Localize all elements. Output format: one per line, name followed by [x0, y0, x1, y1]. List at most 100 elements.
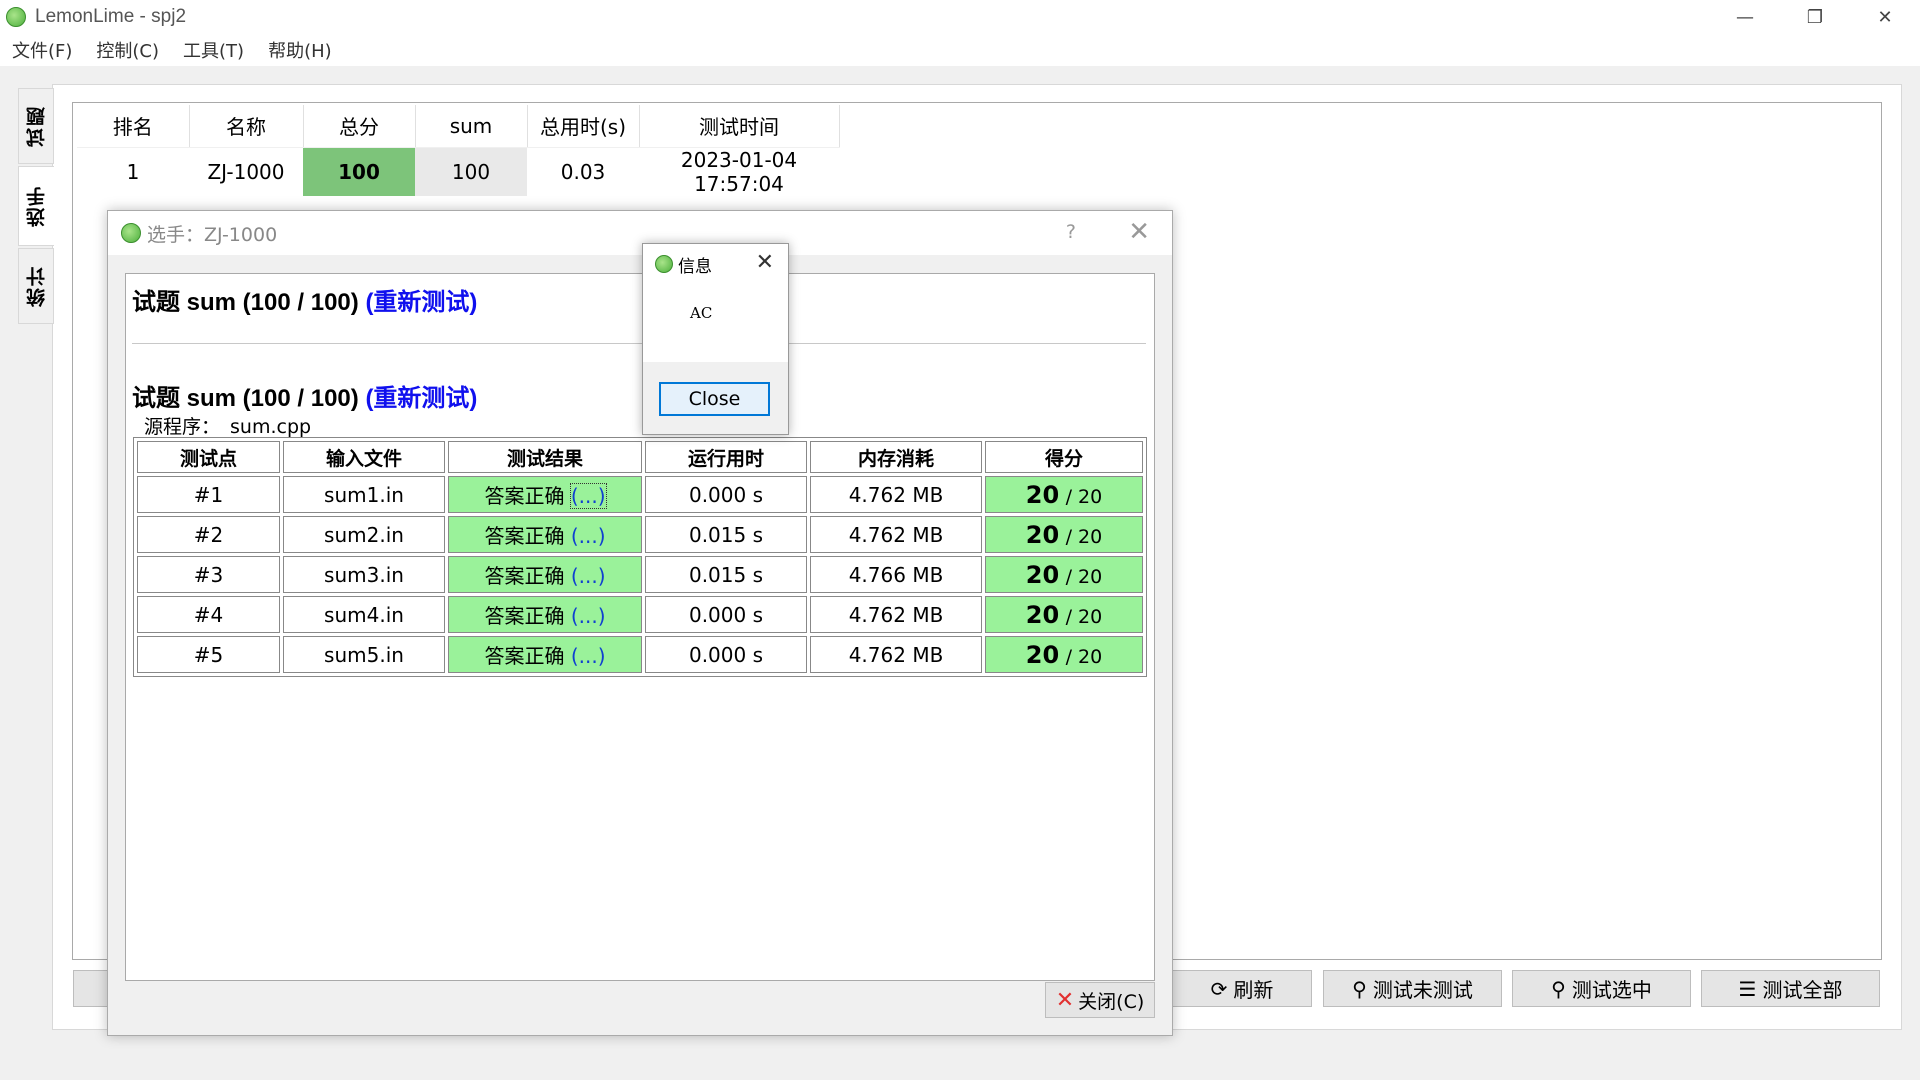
message-text: AC	[690, 304, 713, 322]
header-test-result: 测试结果	[448, 441, 642, 473]
test-point-cell: #1	[137, 476, 280, 513]
table-row[interactable]: 1 ZJ-1000 100 100 0.03 2023-01-04 17:57:…	[77, 147, 839, 196]
problem-heading-1: 试题 sum (100 / 100) (重新测试)	[132, 282, 477, 317]
table-row: #1 sum1.in 答案正确 (...) 0.000 s 4.762 MB 2…	[137, 476, 1143, 513]
memory-cell: 4.766 MB	[810, 556, 982, 593]
menu-file[interactable]: 文件(F)	[0, 37, 84, 63]
header-sum[interactable]: sum	[415, 105, 528, 148]
result-text: 答案正确	[484, 604, 565, 628]
dialog-content-panel: 试题 sum (100 / 100) (重新测试) 试题 sum (100 / …	[125, 273, 1155, 981]
lemonlime-logo-icon	[655, 255, 673, 273]
sum-score-cell[interactable]: 100	[415, 147, 527, 196]
window-controls: — ❐ ✕	[1710, 0, 1920, 34]
result-text: 答案正确	[484, 564, 565, 588]
list-run-icon: ☰	[1738, 976, 1757, 1001]
result-text: 答案正确	[484, 524, 565, 548]
tab-contestants[interactable]: 选手	[18, 166, 54, 246]
score-full: / 20	[1065, 565, 1103, 588]
header-test-time[interactable]: 测试时间	[639, 105, 840, 148]
header-total[interactable]: 总分	[303, 105, 416, 148]
run-time-cell: 0.000 s	[645, 636, 807, 673]
menu-help[interactable]: 帮助(H)	[256, 37, 344, 63]
results-header-row: 测试点 输入文件 测试结果 运行用时 内存消耗 得分	[137, 441, 1143, 473]
retest-link[interactable]: (重新测试)	[365, 289, 477, 316]
score-cell: 20 / 20	[985, 476, 1143, 513]
run-time-cell: 0.015 s	[645, 516, 807, 553]
header-test-point: 测试点	[137, 441, 280, 473]
problem-heading-text: 试题 sum (100 / 100)	[132, 385, 359, 412]
close-icon: ✕	[1055, 987, 1075, 1013]
result-cell: 答案正确 (...)	[448, 516, 642, 553]
dialog-close-button[interactable]: ✕ 关闭(C)	[1045, 982, 1155, 1018]
restore-button[interactable]: ❐	[1780, 0, 1850, 34]
info-message-box: 信息 ✕ AC Close	[642, 243, 789, 435]
source-label: 源程序：	[144, 416, 221, 438]
table-row: #3 sum3.in 答案正确 (...) 0.015 s 4.766 MB 2…	[137, 556, 1143, 593]
testcase-results-table: 测试点 输入文件 测试结果 运行用时 内存消耗 得分 #1 sum1.in 答案…	[133, 437, 1147, 677]
name-cell[interactable]: ZJ-1000	[189, 147, 303, 196]
minimize-button[interactable]: —	[1710, 0, 1780, 34]
score-full: / 20	[1065, 525, 1103, 548]
table-row: #5 sum5.in 答案正确 (...) 0.000 s 4.762 MB 2…	[137, 636, 1143, 673]
menu-control[interactable]: 控制(C)	[84, 37, 171, 63]
section-divider	[132, 343, 1146, 344]
score-cell: 20 / 20	[985, 596, 1143, 633]
run-time-cell: 0.000 s	[645, 476, 807, 513]
message-box-title-bar: 信息 ✕	[643, 244, 788, 284]
test-untested-button[interactable]: ⚲ 测试未测试	[1323, 970, 1502, 1007]
detail-link[interactable]: (...)	[571, 604, 606, 628]
test-point-cell: #4	[137, 596, 280, 633]
total-score-cell[interactable]: 100	[303, 147, 415, 196]
message-box-body: AC	[643, 284, 788, 362]
dialog-close-label: 关闭(C)	[1078, 990, 1145, 1013]
score-full: / 20	[1065, 645, 1103, 668]
header-rank[interactable]: 排名	[77, 105, 190, 148]
message-close-button[interactable]: Close	[659, 382, 770, 416]
result-cell: 答案正确 (...)	[448, 556, 642, 593]
user-search-icon: ⚲	[1352, 976, 1367, 1001]
header-total-time[interactable]: 总用时(s)	[527, 105, 640, 148]
menu-tools[interactable]: 工具(T)	[171, 37, 256, 63]
total-time-cell[interactable]: 0.03	[527, 147, 639, 196]
tab-statistics-label: 统计	[25, 265, 48, 307]
refresh-button[interactable]: ⟳ 刷新	[1172, 970, 1312, 1007]
dialog-title-bar: 选手：ZJ-1000 ? ✕	[108, 211, 1172, 255]
test-selected-button[interactable]: ⚲ 测试选中	[1512, 970, 1691, 1007]
test-all-button[interactable]: ☰ 测试全部	[1701, 970, 1880, 1007]
help-button[interactable]: ?	[1066, 221, 1076, 243]
rank-cell[interactable]: 1	[77, 147, 189, 196]
header-run-time: 运行用时	[645, 441, 807, 473]
test-time-cell[interactable]: 2023-01-04 17:57:04	[639, 147, 839, 196]
refresh-label: 刷新	[1233, 978, 1274, 1002]
tab-contestants-label: 选手	[26, 185, 48, 227]
dialog-title: 选手：ZJ-1000	[147, 223, 278, 246]
score-value: 20	[1025, 560, 1060, 589]
score-value: 20	[1025, 520, 1060, 549]
message-box-close-icon[interactable]: ✕	[756, 250, 774, 275]
lemonlime-logo-icon	[121, 223, 141, 243]
ranking-header-row: 排名 名称 总分 sum 总用时(s) 测试时间	[77, 105, 840, 148]
detail-link[interactable]: (...)	[569, 483, 607, 509]
table-row: #4 sum4.in 答案正确 (...) 0.000 s 4.762 MB 2…	[137, 596, 1143, 633]
detail-link[interactable]: (...)	[571, 644, 606, 668]
header-name[interactable]: 名称	[189, 105, 304, 148]
problem-heading-text: 试题 sum (100 / 100)	[132, 289, 359, 316]
retest-link[interactable]: (重新测试)	[365, 385, 477, 412]
ranking-table: 排名 名称 总分 sum 总用时(s) 测试时间 1 ZJ-1000 100 1…	[77, 105, 840, 196]
input-file-cell: sum3.in	[283, 556, 445, 593]
tab-problems[interactable]: 试题	[18, 88, 54, 164]
run-time-cell: 0.015 s	[645, 556, 807, 593]
memory-cell: 4.762 MB	[810, 476, 982, 513]
dialog-close-icon[interactable]: ✕	[1128, 217, 1150, 247]
detail-link[interactable]: (...)	[571, 564, 606, 588]
close-window-button[interactable]: ✕	[1850, 0, 1920, 34]
input-file-cell: sum1.in	[283, 476, 445, 513]
title-bar: LemonLime - spj2 — ❐ ✕	[0, 0, 1920, 34]
detail-link[interactable]: (...)	[571, 524, 606, 548]
input-file-cell: sum4.in	[283, 596, 445, 633]
side-tab-bar: 试题 选手 统计	[18, 88, 54, 326]
tab-statistics[interactable]: 统计	[18, 248, 54, 324]
lemonlime-logo-icon	[6, 7, 26, 27]
result-text: 答案正确	[484, 484, 565, 508]
result-cell: 答案正确 (...)	[448, 596, 642, 633]
